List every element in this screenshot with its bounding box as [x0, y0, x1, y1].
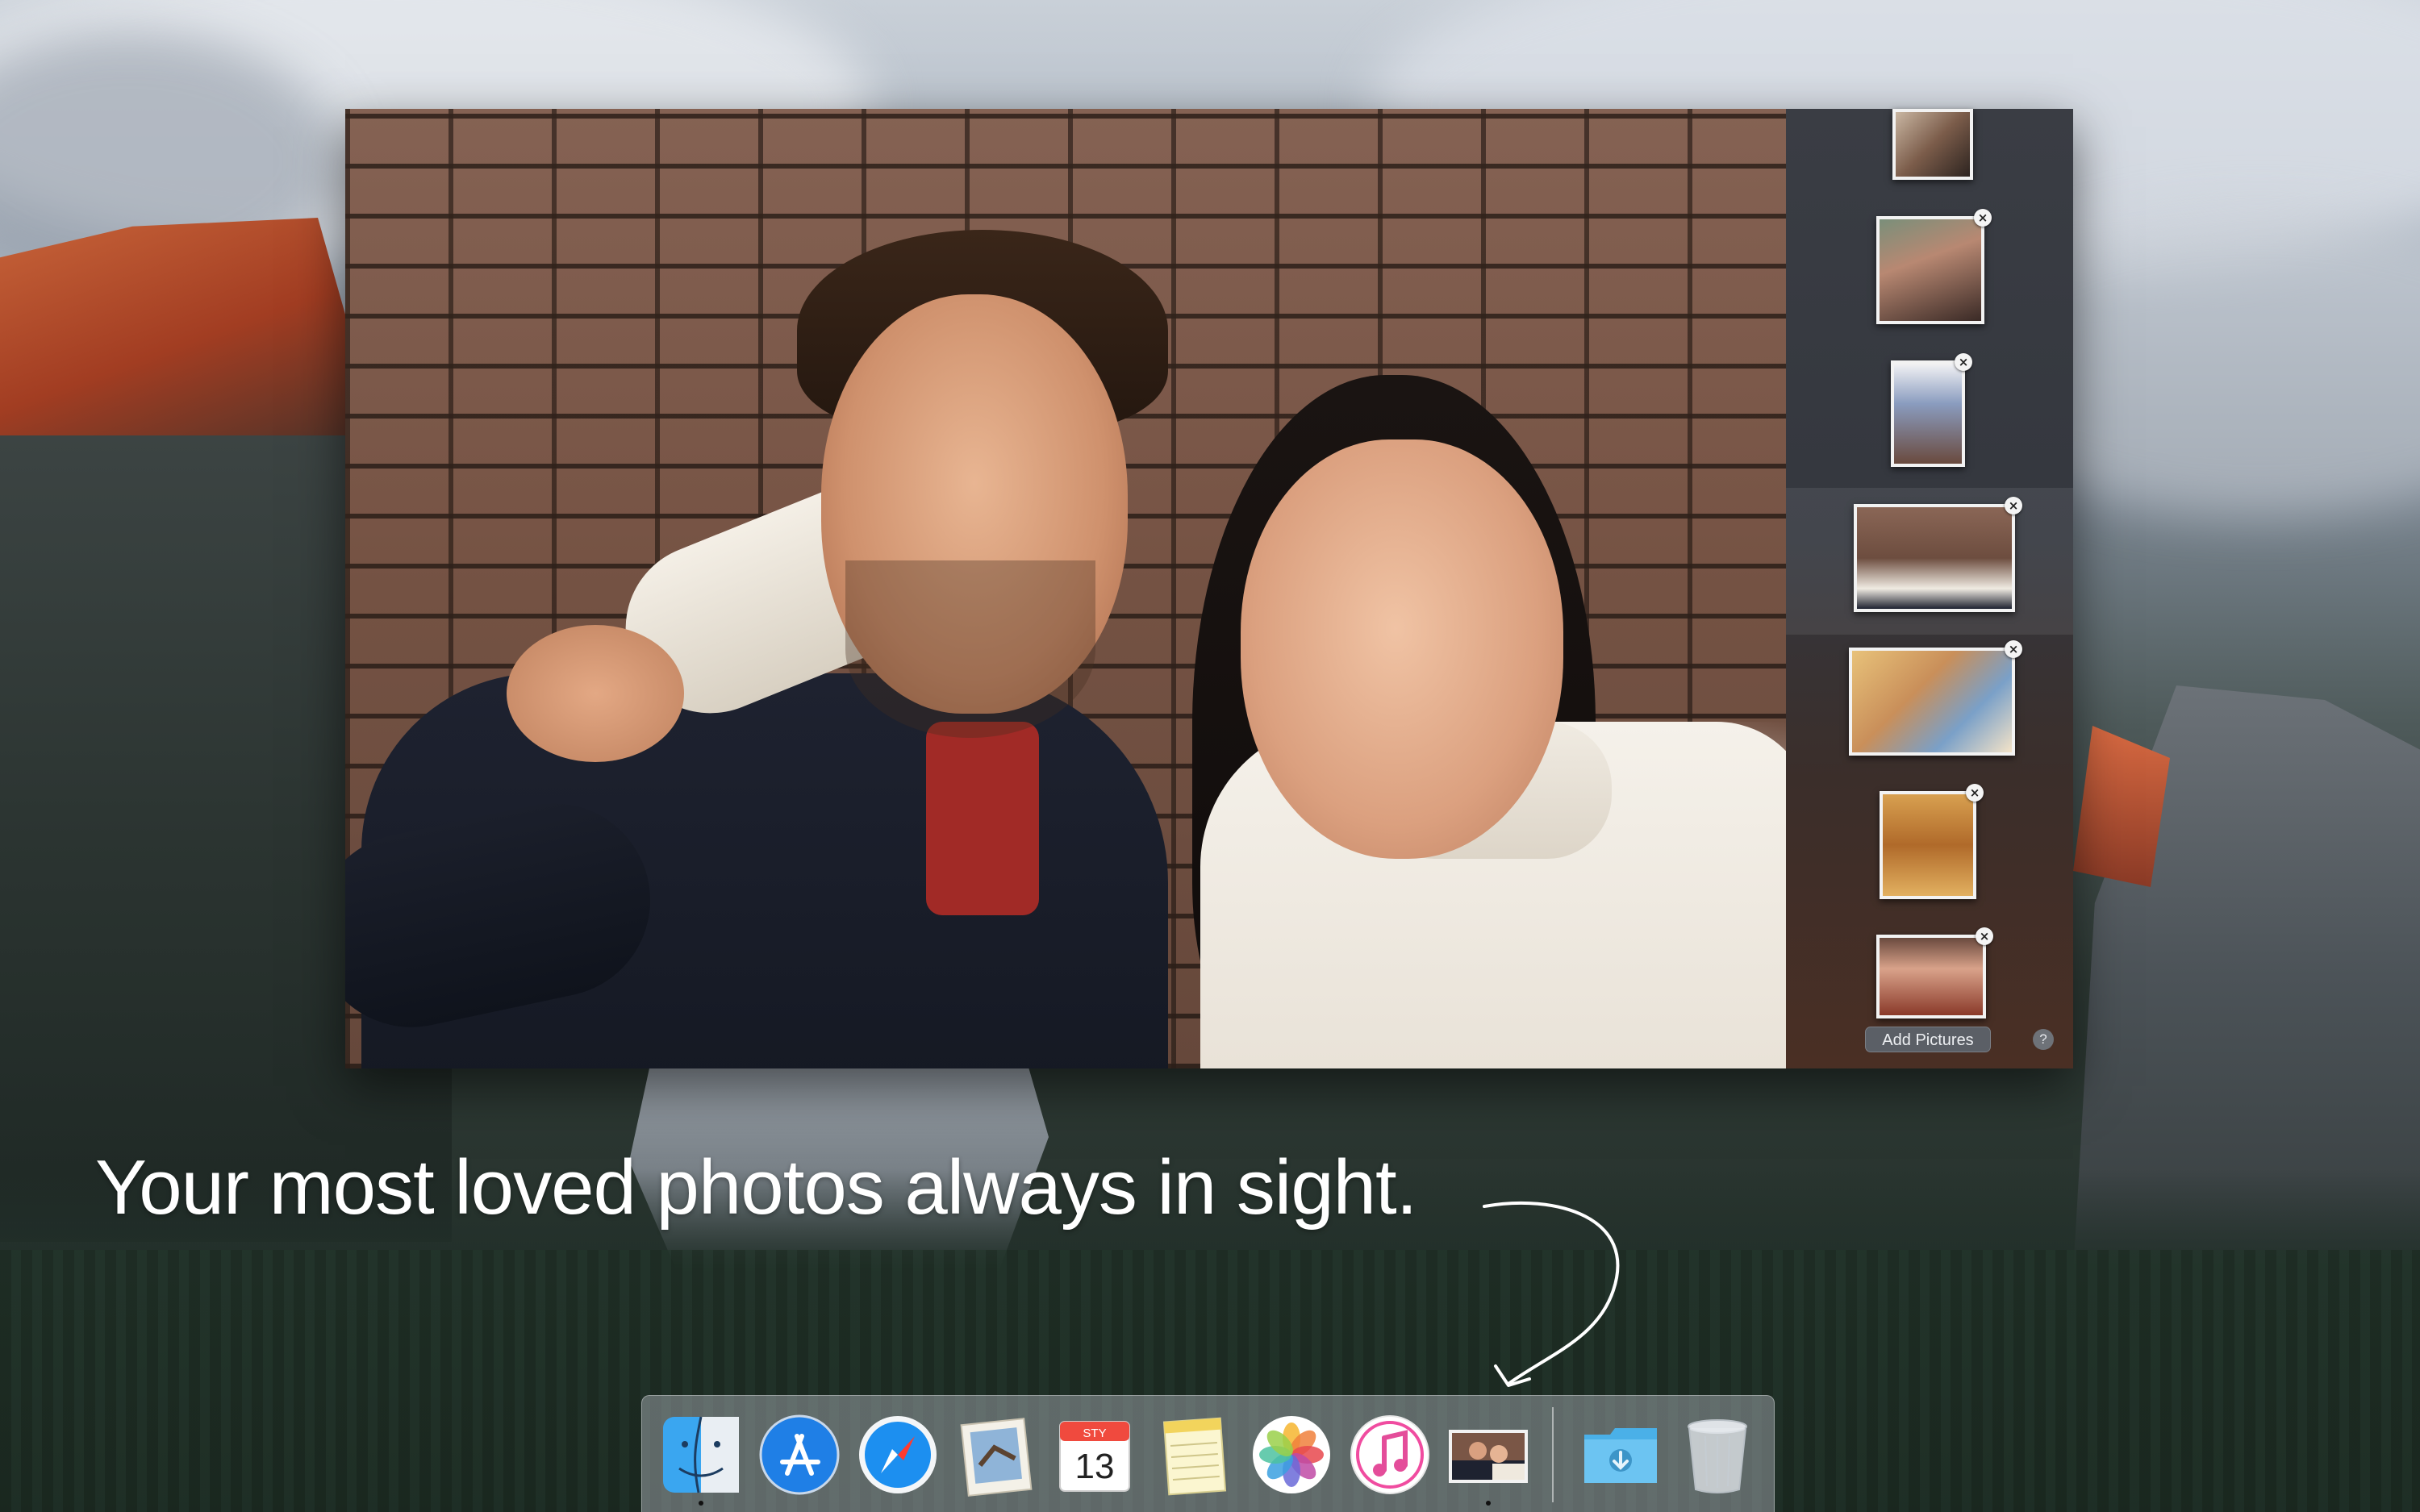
thumbnail[interactable]: ×	[1849, 640, 2022, 756]
thumbnail-image	[1880, 219, 1981, 321]
running-indicator	[699, 1501, 703, 1506]
thumbnail[interactable]	[1892, 109, 1973, 180]
close-icon[interactable]: ×	[1974, 209, 1992, 227]
itunes-icon[interactable]	[1347, 1412, 1433, 1497]
app-store-icon[interactable]	[757, 1412, 842, 1497]
photo-widget-icon[interactable]	[1446, 1412, 1531, 1506]
close-icon[interactable]: ×	[1966, 784, 1984, 802]
add-pictures-button[interactable]: Add Pictures	[1865, 1027, 1991, 1052]
safari-icon[interactable]	[855, 1412, 941, 1497]
thumbnail[interactable]: ×	[1880, 784, 1984, 899]
dock: STY 13	[641, 1395, 1775, 1512]
running-indicator	[1486, 1501, 1491, 1506]
trash-icon[interactable]	[1675, 1412, 1760, 1497]
thumbnail[interactable]: ×	[1876, 209, 1992, 324]
mail-icon[interactable]	[953, 1412, 1039, 1497]
thumbnail-selected[interactable]: ×	[1854, 497, 2022, 612]
tagline: Your most loved photos always in sight.	[95, 1144, 1417, 1231]
calendar-day: 13	[1075, 1447, 1115, 1486]
thumbnail[interactable]: ×	[1876, 927, 1993, 1018]
woman-face	[1241, 439, 1563, 859]
dock-separator	[1552, 1407, 1554, 1502]
help-icon[interactable]: ?	[2033, 1029, 2054, 1050]
finder-icon[interactable]	[658, 1412, 744, 1506]
man-hand	[507, 625, 684, 762]
notes-icon[interactable]	[1150, 1412, 1236, 1497]
photos-icon[interactable]	[1249, 1412, 1334, 1497]
thumbnail-image	[1883, 794, 1973, 896]
close-icon[interactable]: ×	[1976, 927, 1993, 945]
close-icon[interactable]: ×	[2005, 640, 2022, 658]
calendar-month: STY	[1083, 1427, 1106, 1440]
man-beard	[845, 560, 1095, 738]
thumbnail-image	[1896, 112, 1970, 177]
thumbnail-image	[1852, 651, 2012, 752]
close-icon[interactable]: ×	[2005, 497, 2022, 514]
curved-arrow-icon	[1483, 1201, 1620, 1387]
downloads-folder-icon[interactable]	[1578, 1412, 1663, 1497]
thumbnail-image	[1894, 364, 1962, 464]
thumbnail-image	[1880, 938, 1983, 1015]
red-shirt	[926, 722, 1039, 915]
calendar-icon[interactable]: STY 13	[1052, 1412, 1137, 1497]
thumbnail-image	[1857, 507, 2012, 609]
thumbnail[interactable]: ×	[1891, 353, 1972, 467]
close-icon[interactable]: ×	[1955, 353, 1972, 371]
main-photo[interactable]	[345, 109, 1786, 1068]
thumbnail-sidebar: × × × × × × Add Pictures ?	[1786, 109, 2073, 1068]
photo-widget-window: × × × × × × Add Pictures ?	[345, 109, 2073, 1068]
